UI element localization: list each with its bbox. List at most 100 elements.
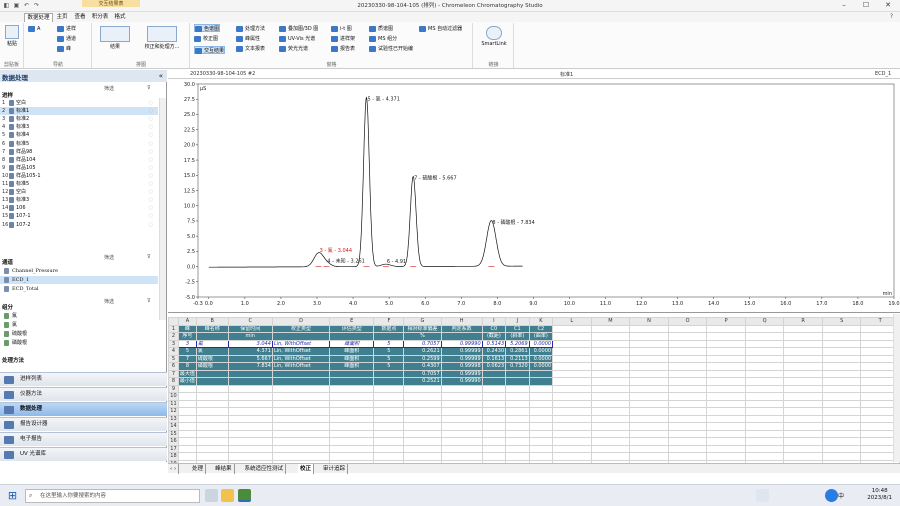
table-cell[interactable]: 0.2599 — [403, 354, 442, 363]
table-cell[interactable] — [528, 407, 554, 416]
table-cell[interactable] — [667, 422, 708, 431]
table-cell[interactable] — [481, 437, 507, 446]
table-cell[interactable] — [629, 354, 669, 363]
table-cell[interactable]: 硫酸根 — [195, 354, 229, 363]
table-cell[interactable] — [744, 362, 785, 371]
table-cell[interactable]: 7.834 — [227, 362, 273, 371]
table-cell[interactable] — [481, 377, 507, 386]
table-cell[interactable] — [706, 324, 746, 333]
table-cell[interactable]: 5 — [177, 347, 197, 356]
table-cell[interactable] — [403, 399, 442, 408]
summary-row[interactable]: 8 最小值 0.2521 0.99990 — [168, 377, 900, 386]
table-cell[interactable]: 0.99999 — [440, 347, 483, 356]
ribbon-peak[interactable]: 峰 — [57, 45, 71, 53]
table-cell[interactable] — [706, 332, 746, 341]
table-cell[interactable] — [440, 444, 483, 453]
table-row[interactable]: 9 — [168, 384, 900, 393]
table-cell[interactable] — [552, 392, 592, 401]
table-cell[interactable]: 0.1613 — [481, 354, 507, 363]
sheet-tab[interactable]: 校正 — [298, 464, 315, 474]
table-cell[interactable]: 校正类型 — [271, 324, 331, 333]
table-cell[interactable] — [744, 377, 785, 386]
table-cell[interactable] — [505, 444, 530, 453]
table-cell[interactable] — [227, 422, 273, 431]
table-cell[interactable] — [440, 399, 483, 408]
table-cell[interactable]: (斜率) — [505, 332, 530, 341]
table-cell[interactable] — [821, 339, 862, 348]
table-cell[interactable]: 4.371 — [227, 347, 273, 356]
table-cell[interactable] — [821, 414, 862, 423]
table-cell[interactable] — [821, 399, 862, 408]
table-cell[interactable] — [329, 437, 375, 446]
table-cell[interactable] — [783, 407, 823, 416]
table-cell[interactable] — [440, 422, 483, 431]
table-cell[interactable] — [629, 369, 669, 378]
table-cell[interactable] — [667, 369, 708, 378]
table-cell[interactable]: 评估类型 — [329, 324, 375, 333]
table-cell[interactable] — [744, 422, 785, 431]
pane-it-plot[interactable]: i-t 图 — [331, 25, 352, 33]
table-cell[interactable]: 相对标准偏差 — [403, 324, 442, 333]
table-cell[interactable] — [706, 422, 746, 431]
table-cell[interactable] — [629, 444, 669, 453]
table-cell[interactable] — [403, 437, 442, 446]
table-cell[interactable] — [629, 429, 669, 438]
pane-uv-spectra[interactable]: UV-Vis 光谱 — [279, 35, 315, 43]
tab-integration[interactable]: 积分表 — [90, 13, 110, 22]
table-cell[interactable] — [590, 362, 631, 371]
table-cell[interactable] — [481, 452, 507, 461]
sheet-tab[interactable]: 峰结果 — [213, 464, 235, 474]
table-cell[interactable]: 数据点 — [373, 324, 405, 333]
table-cell[interactable] — [195, 377, 229, 386]
table-cell[interactable]: 7 — [177, 354, 197, 363]
table-cell[interactable] — [667, 354, 708, 363]
table-cell[interactable] — [481, 414, 507, 423]
table-cell[interactable] — [177, 422, 197, 431]
table-row[interactable]: 5 7 硫酸根 5.667 Lin, WithOffset 峰面积 5 0.2599 0.999… — [168, 354, 900, 363]
table-cell[interactable] — [667, 332, 708, 341]
table-cell[interactable] — [744, 324, 785, 333]
table-cell[interactable]: 0.2521 — [403, 377, 442, 386]
table-cell[interactable] — [783, 422, 823, 431]
table-cell[interactable] — [440, 452, 483, 461]
table-cell[interactable] — [590, 347, 631, 356]
table-cell[interactable] — [373, 332, 405, 341]
table-cell[interactable]: 0.2861 — [505, 347, 530, 356]
table-cell[interactable] — [481, 407, 507, 416]
table-cell[interactable] — [373, 429, 405, 438]
table-cell[interactable] — [629, 452, 669, 461]
app-icon[interactable]: ◧ — [3, 2, 10, 9]
table-cell[interactable] — [177, 392, 197, 401]
injection-row[interactable]: 4 标准3 ◌ — [0, 123, 158, 131]
injection-row[interactable]: 2 标准1 ◌ — [0, 107, 158, 116]
table-row[interactable]: 6 8 磷酸根 7.834 Lin, WithOffset 峰面积 5 0.4307 0.999… — [168, 362, 900, 371]
table-cell[interactable] — [373, 414, 405, 423]
table-cell[interactable]: 3 — [177, 339, 197, 348]
table-cell[interactable] — [783, 354, 823, 363]
table-cell[interactable]: 最小值 — [177, 377, 197, 386]
table-cell[interactable] — [590, 384, 631, 393]
table-cell[interactable] — [481, 384, 507, 393]
table-cell[interactable] — [552, 369, 592, 378]
table-cell[interactable] — [227, 384, 273, 393]
table-cell[interactable] — [629, 339, 669, 348]
nav-button[interactable]: 仪器方法 — [0, 387, 167, 401]
table-cell[interactable] — [271, 437, 331, 446]
table-cell[interactable]: 峰 — [177, 324, 197, 333]
table-cell[interactable] — [329, 414, 375, 423]
system-clock[interactable]: 10:48 2023/8/1 — [867, 488, 892, 502]
table-cell[interactable]: 氟 — [195, 339, 229, 348]
table-cell[interactable] — [629, 384, 669, 393]
table-cell[interactable]: 0.5143 — [481, 339, 507, 348]
column-header[interactable]: R — [783, 317, 823, 326]
table-cell[interactable] — [440, 437, 483, 446]
table-cell[interactable] — [177, 437, 197, 446]
table-row[interactable]: 10 — [168, 392, 900, 401]
table-cell[interactable] — [706, 407, 746, 416]
pane-processing-method[interactable]: 处理方法 — [236, 25, 265, 33]
table-cell[interactable] — [821, 422, 862, 431]
table-cell[interactable] — [821, 332, 862, 341]
pane-chromatogram[interactable]: 色谱图 — [194, 24, 221, 32]
table-cell[interactable] — [177, 407, 197, 416]
table-cell[interactable] — [552, 339, 592, 348]
